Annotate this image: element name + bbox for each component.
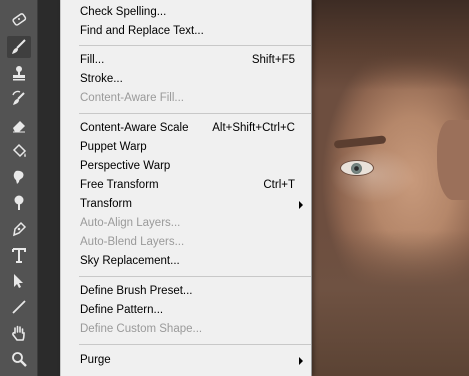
menu-item-label: Stroke...: [80, 73, 123, 85]
menu-item-label: Define Brush Preset...: [80, 285, 193, 297]
menu-item-define-pattern[interactable]: Define Pattern...: [61, 301, 311, 320]
history-brush-tool-icon[interactable]: [7, 88, 31, 110]
canvas-photo: [312, 0, 469, 376]
menu-item-auto-align-layers: Auto-Align Layers...: [61, 214, 311, 233]
pen-tool-icon[interactable]: [7, 218, 31, 240]
menu-item-auto-blend-layers: Auto-Blend Layers...: [61, 233, 311, 252]
menu-item-label: Purge: [80, 354, 111, 366]
menu-item-label: Perspective Warp: [80, 160, 171, 172]
menu-item-label: Auto-Align Layers...: [80, 217, 181, 229]
smudge-tool-icon[interactable]: [7, 166, 31, 188]
menu-separator: [79, 276, 311, 277]
menu-item-content-aware-scale[interactable]: Content-Aware Scale Alt+Shift+Ctrl+C: [61, 119, 311, 138]
eraser-tool-icon[interactable]: [7, 114, 31, 136]
photo-eyebrow: [333, 135, 387, 149]
menu-item-free-transform[interactable]: Free Transform Ctrl+T: [61, 176, 311, 195]
menu-item-transform[interactable]: Transform: [61, 195, 311, 214]
clone-stamp-tool-icon[interactable]: [7, 62, 31, 84]
line-tool-icon[interactable]: [7, 296, 31, 318]
menu-item-check-spelling[interactable]: Check Spelling...: [61, 3, 311, 22]
type-tool-icon[interactable]: [7, 244, 31, 266]
submenu-arrow-icon: [299, 201, 303, 209]
menu-separator: [79, 113, 311, 114]
menu-item-define-brush-preset[interactable]: Define Brush Preset...: [61, 282, 311, 301]
menu-item-purge[interactable]: Purge: [61, 351, 311, 370]
menu-item-shortcut: Ctrl+T: [263, 179, 295, 191]
menu-item-label: Content-Aware Fill...: [80, 92, 184, 104]
menu-item-label: Define Pattern...: [80, 304, 164, 316]
dodge-tool-icon[interactable]: [7, 192, 31, 214]
paint-bucket-tool-icon[interactable]: [7, 140, 31, 162]
photo-beard: [312, 230, 469, 376]
tools-panel: [0, 0, 38, 376]
menu-item-shortcut: Alt+Shift+Ctrl+C: [212, 122, 295, 134]
photo-ear: [437, 120, 469, 200]
menu-item-fill[interactable]: Fill... Shift+F5: [61, 51, 311, 70]
menu-item-label: Fill...: [80, 54, 105, 66]
menu-item-label: Define Custom Shape...: [80, 323, 203, 335]
hand-tool-icon[interactable]: [7, 322, 31, 344]
menu-item-perspective-warp[interactable]: Perspective Warp: [61, 157, 311, 176]
photo-eye: [340, 160, 374, 176]
menu-separator: [79, 344, 311, 345]
menu-item-define-custom-shape: Define Custom Shape...: [61, 320, 311, 339]
patch-tool-icon[interactable]: [7, 8, 31, 30]
menu-item-puppet-warp[interactable]: Puppet Warp: [61, 138, 311, 157]
menu-item-label: Puppet Warp: [80, 141, 147, 153]
menu-item-label: Free Transform: [80, 179, 159, 191]
path-selection-tool-icon[interactable]: [7, 270, 31, 292]
menu-item-label: Content-Aware Scale: [80, 122, 189, 134]
photo-hair: [312, 0, 469, 90]
menu-item-sky-replacement[interactable]: Sky Replacement...: [61, 252, 311, 271]
canvas-edge: [38, 0, 60, 376]
zoom-tool-icon[interactable]: [7, 348, 31, 370]
menu-separator: [79, 45, 311, 46]
menu-item-label: Sky Replacement...: [80, 255, 180, 267]
menu-item-label: Find and Replace Text...: [80, 25, 204, 37]
menu-item-content-aware-fill: Content-Aware Fill...: [61, 89, 311, 108]
edit-menu-dropdown: Check Spelling... Find and Replace Text.…: [60, 0, 312, 376]
menu-item-stroke[interactable]: Stroke...: [61, 70, 311, 89]
menu-item-label: Check Spelling...: [80, 6, 167, 18]
menu-item-find-replace[interactable]: Find and Replace Text...: [61, 22, 311, 41]
submenu-arrow-icon: [299, 357, 303, 365]
menu-item-label: Transform: [80, 198, 132, 210]
brush-tool-icon[interactable]: [7, 36, 31, 58]
menu-item-shortcut: Shift+F5: [251, 54, 295, 66]
menu-item-label: Auto-Blend Layers...: [80, 236, 185, 248]
